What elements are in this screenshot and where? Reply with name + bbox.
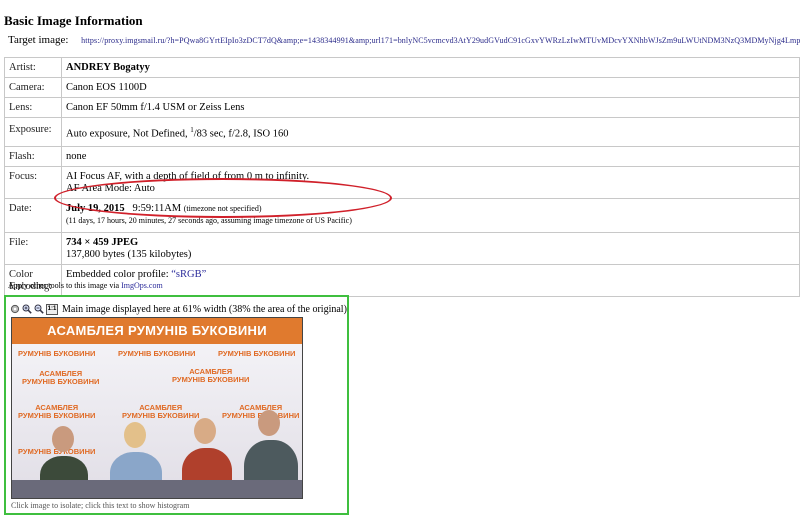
preview-toolbar: 1:1 [10, 303, 58, 315]
flash-value: none [60, 145, 800, 167]
preview-caption: Main image displayed here at 61% width (… [62, 304, 347, 315]
file-bytes: 137,800 bytes (135 kilobytes) [65, 248, 192, 260]
exposure-key: Exposure: [4, 117, 62, 147]
table-row: Lens: Canon EF 50mm f/1.4 USM or Zeiss L… [4, 97, 800, 118]
actual-size-button[interactable]: 1:1 [46, 303, 58, 315]
target-image-label: Target image: [8, 34, 69, 46]
photo-wall-text: РУМУНІВ БУКОВИНИ [218, 349, 296, 358]
photo-person-head [258, 410, 280, 436]
table-row: Flash: none [4, 145, 800, 167]
exposure-text: Auto exposure, Not Defined, [65, 128, 191, 140]
photo-wall-text: АСАМБЛЕЯ РУМУНІВ БУКОВИНИ [172, 367, 250, 384]
table-row: Camera: Canon EOS 1100D [4, 77, 800, 98]
histogram-hint[interactable]: Click image to isolate; click this text … [11, 501, 189, 510]
preview-image[interactable]: АСАМБЛЕЯ РУМУНІВ БУКОВИНИ РУМУНІВ БУКОВИ… [11, 317, 303, 499]
photo-table [12, 480, 302, 498]
artist-value: ANDREY Bogatyy [60, 57, 800, 78]
photo-person-head [52, 426, 74, 452]
page-title: Basic Image Information [4, 13, 143, 28]
artist-key: Artist: [4, 57, 62, 78]
photo-wall-text: РУМУНІВ БУКОВИНИ [18, 349, 96, 358]
settings-icon[interactable] [10, 304, 20, 314]
photo-wall-text: РУМУНІВ БУКОВИНИ [118, 349, 196, 358]
lens-key: Lens: [4, 97, 62, 118]
photo-wall-text: АСАМБЛЕЯ РУМУНІВ БУКОВИНИ [122, 403, 200, 420]
target-image-row: Target image: https://proxy.imgsmail.ru/… [8, 34, 800, 46]
other-tools-line: Apply other tools to this image via ImgO… [8, 281, 163, 290]
file-dimensions: 734 × 459 JPEG [65, 236, 139, 248]
color-profile-text: Embedded color profile: [65, 268, 172, 280]
table-row: File: 734 × 459 JPEG 137,800 bytes (135 … [4, 231, 800, 265]
color-encoding-key: Color Encoding: [4, 263, 62, 297]
other-tools-text: Apply other tools to this image via [8, 281, 122, 290]
photo-person-head [124, 422, 146, 448]
lens-value: Canon EF 50mm f/1.4 USM or Zeiss Lens [60, 97, 800, 118]
target-image-url[interactable]: https://proxy.imgsmail.ru/?h=PQwa8GYrtEI… [81, 36, 800, 45]
zoom-out-icon[interactable] [34, 304, 44, 314]
flash-key: Flash: [4, 145, 62, 167]
focus-key: Focus: [4, 165, 62, 199]
camera-key: Camera: [4, 77, 62, 98]
exposure-rest: /83 sec, f/2.8, ISO 160 [193, 128, 289, 140]
file-value: 734 × 459 JPEG 137,800 bytes (135 kiloby… [60, 231, 800, 265]
table-row: Color Encoding: Embedded color profile: … [4, 263, 800, 297]
srgb-link[interactable]: “sRGB” [171, 269, 206, 280]
photo-wall-text: АСАМБЛЕЯ РУМУНІВ БУКОВИНИ [18, 403, 96, 420]
date-key: Date: [4, 197, 62, 233]
table-row: Artist: ANDREY Bogatyy [4, 57, 800, 78]
photo-wall-text: АСАМБЛЕЯ РУМУНІВ БУКОВИНИ [22, 369, 100, 386]
file-key: File: [4, 231, 62, 265]
zoom-in-icon[interactable] [22, 304, 32, 314]
color-encoding-value: Embedded color profile: “sRGB” [60, 263, 800, 297]
image-preview-panel: 1:1 Main image displayed here at 61% wid… [4, 295, 349, 515]
imgops-link[interactable]: ImgOps.com [121, 281, 163, 290]
table-row: Exposure: Auto exposure, Not Defined, 1/… [4, 117, 800, 147]
highlight-oval [54, 178, 392, 218]
camera-value: Canon EOS 1100D [60, 77, 800, 98]
exif-info-table: Artist: ANDREY Bogatyy Camera: Canon EOS… [4, 57, 800, 297]
exposure-value: Auto exposure, Not Defined, 1/83 sec, f/… [60, 117, 800, 147]
photo-banner-text: АСАМБЛЕЯ РУМУНІВ БУКОВИНИ [12, 318, 302, 344]
photo-person-head [194, 418, 216, 444]
